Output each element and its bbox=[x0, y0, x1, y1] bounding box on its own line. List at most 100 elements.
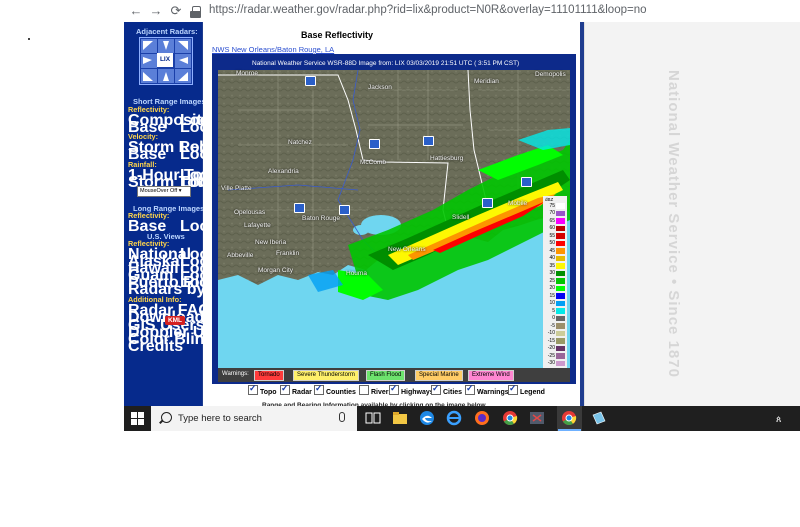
stray-dot bbox=[28, 38, 30, 40]
city-label: Jackson bbox=[368, 84, 392, 91]
interstate-shield-icon bbox=[482, 198, 493, 208]
city-label: Demopolis bbox=[535, 71, 566, 78]
legend-level-label: 40 bbox=[549, 255, 555, 261]
city-label: Opelousas bbox=[234, 209, 266, 216]
legend-level-label: -5 bbox=[550, 322, 555, 329]
warning-flash-flood[interactable]: Flash Flood bbox=[366, 370, 406, 381]
checkbox[interactable] bbox=[431, 383, 441, 395]
back-arrow-icon[interactable]: ← bbox=[128, 3, 144, 19]
interstate-shield-icon bbox=[339, 205, 350, 215]
page-title: Base Reflectivity bbox=[301, 30, 374, 40]
legend-level-label: 75 bbox=[549, 202, 555, 209]
taskbar: Type here to search ጰ bbox=[124, 406, 800, 431]
checkbox[interactable] bbox=[389, 383, 399, 395]
checkbox[interactable] bbox=[280, 383, 290, 395]
overlay-warnings-toggle[interactable]: Warnings bbox=[465, 383, 509, 396]
checkbox[interactable] bbox=[465, 383, 475, 395]
legend-color-swatch bbox=[556, 255, 565, 261]
microphone-icon[interactable] bbox=[339, 412, 345, 422]
checkbox[interactable] bbox=[508, 383, 518, 395]
reload-icon[interactable]: ⟳ bbox=[168, 3, 184, 19]
legend-color-swatch bbox=[556, 323, 565, 329]
active-app-underline bbox=[558, 429, 581, 431]
warning-special-marine[interactable]: Special Marine bbox=[415, 370, 463, 381]
overlay-highways-toggle[interactable]: Highways bbox=[389, 383, 434, 396]
legend-color-swatch bbox=[556, 345, 565, 351]
interstate-shield-icon bbox=[305, 76, 316, 86]
search-icon bbox=[161, 412, 172, 423]
warning-tornado[interactable]: Tornado bbox=[254, 370, 284, 381]
legend-color-swatch bbox=[556, 300, 565, 306]
city-label: Slidell bbox=[452, 214, 470, 221]
overlay-rivers-toggle[interactable]: Rivers bbox=[359, 385, 392, 396]
legend-level-label: 45 bbox=[549, 247, 555, 254]
radar-map[interactable] bbox=[218, 70, 570, 368]
interstate-shield-icon bbox=[294, 203, 305, 213]
legend-color-swatch bbox=[556, 338, 565, 344]
overlay-label: Legend bbox=[520, 389, 545, 396]
file-explorer-icon[interactable] bbox=[392, 410, 408, 426]
mouseover-select-value: MouseOver Off bbox=[140, 188, 178, 194]
legend-level-label: 15 bbox=[549, 292, 555, 299]
lock-icon[interactable] bbox=[190, 6, 201, 18]
office-link[interactable]: NWS New Orleans/Baton Rouge, LA bbox=[212, 45, 334, 54]
credits-link[interactable]: Credits bbox=[128, 338, 183, 356]
firefox-icon[interactable] bbox=[474, 410, 490, 426]
legend-level-label: 5 bbox=[552, 307, 555, 314]
overlay-cities-toggle[interactable]: Cities bbox=[431, 383, 462, 396]
city-label: Lafayette bbox=[244, 222, 271, 229]
legend-level-label: 55 bbox=[549, 232, 555, 239]
warnings-label: Warnings: bbox=[222, 371, 249, 377]
task-view-icon[interactable] bbox=[365, 410, 381, 426]
city-label: Mobile bbox=[508, 200, 528, 207]
city-label: Monroe bbox=[236, 70, 259, 77]
mouseover-select[interactable]: MouseOver Off ▾ bbox=[137, 186, 191, 197]
browser-address-bar: ← → ⟳ https://radar.weather.gov/radar.ph… bbox=[124, 0, 800, 23]
legend-level-label: -15 bbox=[547, 337, 555, 344]
legend-level-label: 70 bbox=[549, 210, 555, 216]
overlay-counties-toggle[interactable]: Counties bbox=[314, 383, 356, 396]
edge-icon[interactable] bbox=[419, 410, 435, 426]
overlay-radar-toggle[interactable]: Radar bbox=[280, 383, 312, 396]
windows-logo-icon[interactable] bbox=[131, 412, 144, 425]
legend-units: dBZ bbox=[545, 197, 554, 202]
city-label: McComb bbox=[360, 159, 387, 166]
city-label: Meridian bbox=[474, 78, 499, 85]
city-label: New Orleans bbox=[388, 246, 426, 253]
interstate-shield-icon bbox=[369, 139, 380, 149]
overlay-topo-toggle[interactable]: Topo bbox=[248, 383, 277, 396]
radar-arrows-icon bbox=[143, 41, 188, 81]
forward-arrow-icon[interactable]: → bbox=[148, 3, 164, 19]
city-label: Abbeville bbox=[227, 252, 254, 259]
checkbox[interactable] bbox=[248, 383, 258, 395]
chrome-active-icon[interactable] bbox=[561, 410, 577, 426]
adjacent-radars-title: Adjacent Radars: bbox=[136, 27, 198, 36]
ie-icon[interactable] bbox=[446, 410, 462, 426]
city-label: Morgan City bbox=[258, 267, 294, 274]
legend-level-label: 35 bbox=[549, 262, 555, 269]
chrome-icon[interactable] bbox=[502, 410, 518, 426]
overlay-legend-toggle[interactable]: Legend bbox=[508, 383, 545, 396]
legend-level-label: -20 bbox=[547, 345, 555, 351]
legend-color-swatch bbox=[556, 285, 565, 291]
legend-color-swatch bbox=[556, 293, 565, 299]
url-field[interactable]: https://radar.weather.gov/radar.php?rid=… bbox=[209, 4, 647, 16]
legend-level-label: 60 bbox=[549, 225, 555, 231]
people-icon[interactable]: ጰ bbox=[776, 414, 781, 425]
legend-color-swatch bbox=[556, 270, 565, 276]
snipping-tool-icon[interactable] bbox=[529, 410, 545, 426]
side-watermark: National Weather Service • Since 1870 bbox=[665, 70, 682, 378]
taskbar-search-box[interactable]: Type here to search bbox=[151, 406, 357, 431]
legend-color-swatch bbox=[556, 330, 565, 336]
notepad-icon[interactable] bbox=[591, 410, 607, 426]
overlay-label: Highways bbox=[401, 389, 434, 396]
warning-extreme-wind[interactable]: Extreme Wind bbox=[468, 370, 514, 381]
legend-color-swatch bbox=[556, 218, 565, 224]
legend-level-label: 50 bbox=[549, 240, 555, 246]
warning-severe-thunderstorm[interactable]: Severe Thunderstorm bbox=[293, 370, 359, 381]
legend-color-swatch bbox=[556, 225, 565, 231]
legend-level-label: 0 bbox=[552, 315, 555, 321]
checkbox[interactable] bbox=[314, 383, 324, 395]
city-label: Ville Platte bbox=[221, 185, 252, 192]
checkbox[interactable] bbox=[359, 385, 369, 395]
